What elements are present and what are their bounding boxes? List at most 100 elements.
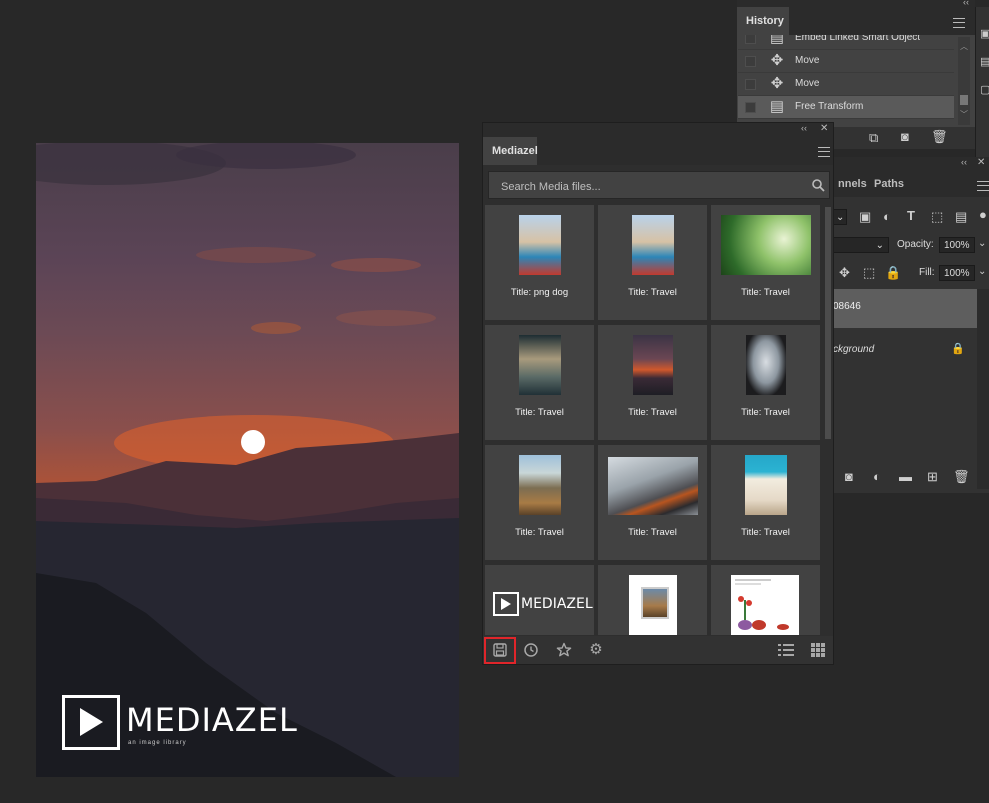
fill-dropdown-icon[interactable]: ⌄ xyxy=(978,266,986,277)
media-item[interactable]: Title: Travel xyxy=(711,325,820,440)
document-canvas[interactable]: MEDIAZEL an image library xyxy=(36,143,459,777)
tool-icon[interactable]: ▤ xyxy=(980,55,989,68)
tool-icon[interactable]: ▢ xyxy=(980,83,989,96)
list-view-icon xyxy=(778,644,794,656)
move-icon: ✥ xyxy=(770,52,784,69)
new-document-from-state-icon[interactable]: ⧉ xyxy=(869,130,878,146)
add-mask-icon[interactable]: ◙ xyxy=(845,469,853,484)
lock-all-icon[interactable]: 🔒 xyxy=(885,265,901,281)
filter-adjustment-icon[interactable]: ◐ xyxy=(883,209,891,224)
filter-shape-icon[interactable]: ⬚ xyxy=(931,209,943,225)
blend-mode-select[interactable]: ⌄ xyxy=(831,237,889,253)
opacity-dropdown-icon[interactable]: ⌄ xyxy=(978,238,986,249)
mediazel-tabbar: Mediazel xyxy=(483,137,833,165)
scroll-up-icon[interactable]: ︿ xyxy=(960,41,968,52)
layer-row[interactable]: ckground 🔒 xyxy=(833,331,977,369)
media-caption: Title: Travel xyxy=(741,527,790,538)
filter-smart-object-icon[interactable]: ▤ xyxy=(955,209,967,225)
media-scrollbar[interactable] xyxy=(824,205,832,635)
tab-history[interactable]: History xyxy=(737,7,789,35)
layers-scrollbar[interactable] xyxy=(977,289,989,489)
filter-toggle-icon[interactable]: ● xyxy=(979,207,987,222)
media-item[interactable]: Title: Travel xyxy=(485,325,594,440)
camera-icon[interactable]: ◙ xyxy=(901,129,909,144)
history-checkbox[interactable] xyxy=(745,35,756,44)
history-collapse-strip[interactable]: ‹‹ xyxy=(737,0,975,7)
tool-icon[interactable]: ▣ xyxy=(980,27,989,40)
move-icon: ✥ xyxy=(770,75,784,92)
history-row[interactable]: ✥ Move xyxy=(738,50,954,73)
media-item[interactable]: Title: Travel xyxy=(711,445,820,560)
scroll-down-icon[interactable]: ﹀ xyxy=(960,109,968,120)
lock-artboard-icon[interactable]: ⬚ xyxy=(863,265,875,281)
media-item[interactable]: Title: Travel xyxy=(598,325,707,440)
panel-menu-icon[interactable] xyxy=(977,181,989,191)
adjustment-layer-icon[interactable]: ◐ xyxy=(873,469,881,484)
media-thumbnail xyxy=(746,335,786,395)
history-list: ▤ Embed Linked Smart Object ✥ Move ✥ Mov… xyxy=(737,35,958,127)
history-row-selected[interactable]: ▤ Free Transform xyxy=(738,96,954,119)
lock-icon: 🔒 xyxy=(951,343,965,355)
layer-name: 08646 xyxy=(833,301,861,312)
right-tool-strip: ▣ ▤ ▢ xyxy=(975,7,989,157)
list-view-button[interactable] xyxy=(776,640,796,660)
history-checkbox[interactable] xyxy=(745,56,756,67)
history-checkbox[interactable] xyxy=(745,79,756,90)
filter-type-icon[interactable]: T xyxy=(907,208,915,223)
close-icon[interactable]: ✕ xyxy=(977,157,985,168)
sunset-photo xyxy=(36,143,459,777)
history-row[interactable]: ▤ Embed Linked Smart Object xyxy=(738,35,954,50)
media-item[interactable]: Title: Travel xyxy=(598,205,707,320)
opacity-input[interactable]: 100% xyxy=(939,237,975,253)
tab-mediazel[interactable]: Mediazel xyxy=(483,137,538,165)
new-layer-icon[interactable]: ⊞ xyxy=(927,469,938,485)
layers-panel: nnels Paths ⌄ ▣ ◐ T ⬚ ▤ ● ⌄ Opacity: 100… xyxy=(831,171,989,493)
document-image xyxy=(641,587,669,619)
media-item[interactable]: Title: Travel xyxy=(711,205,820,320)
tab-paths[interactable]: Paths xyxy=(865,171,913,197)
media-caption: Title: Travel xyxy=(515,407,564,418)
gear-icon: ⚙ xyxy=(589,641,603,658)
grid-view-icon xyxy=(811,643,825,657)
saved-files-button[interactable] xyxy=(484,637,516,664)
collapse-icon[interactable]: ‹‹ xyxy=(801,123,807,133)
panel-menu-icon[interactable] xyxy=(818,147,830,157)
panel-menu-icon[interactable] xyxy=(953,18,965,28)
folder-icon[interactable]: ▬ xyxy=(899,469,912,484)
media-caption: Title: png dog xyxy=(510,287,569,298)
trash-icon[interactable]: 🗑 xyxy=(931,129,948,145)
history-scrollbar[interactable]: ︿ ﹀ xyxy=(958,37,970,125)
media-item[interactable]: Title: Travel xyxy=(598,445,707,560)
fill-input[interactable]: 100% xyxy=(939,265,975,281)
scroll-thumb[interactable] xyxy=(825,207,831,439)
lock-position-icon[interactable]: ✥ xyxy=(839,265,850,281)
settings-button[interactable]: ⚙ xyxy=(586,640,606,660)
layers-collapse-strip[interactable]: ‹‹ ✕ xyxy=(833,157,989,171)
media-caption: Title: Travel xyxy=(741,407,790,418)
media-item[interactable] xyxy=(598,565,707,635)
media-item[interactable]: Title: Travel xyxy=(485,445,594,560)
layer-row-selected[interactable]: 08646 xyxy=(833,289,977,328)
mediazel-footer: ⚙ xyxy=(483,636,833,664)
trash-icon[interactable]: 🗑 xyxy=(953,469,970,485)
history-checkbox[interactable] xyxy=(745,102,756,113)
mediazel-logo-icon xyxy=(493,592,519,616)
layers-tabbar: nnels Paths xyxy=(833,171,989,197)
history-row[interactable]: ✥ Move xyxy=(738,73,954,96)
media-grid: Title: png dog Title: Travel Title: Trav… xyxy=(485,205,822,635)
close-icon[interactable]: ✕ xyxy=(820,123,828,134)
recent-button[interactable] xyxy=(521,640,541,660)
collapse-icon[interactable]: ‹‹ xyxy=(963,0,969,7)
search-box[interactable] xyxy=(488,171,830,199)
favorites-button[interactable] xyxy=(554,640,574,660)
scroll-thumb[interactable] xyxy=(960,95,968,105)
search-icon[interactable] xyxy=(812,179,825,192)
mediazel-collapse-strip[interactable]: ‹‹ ✕ xyxy=(483,123,833,137)
search-input[interactable] xyxy=(499,177,803,197)
grid-view-button[interactable] xyxy=(808,640,828,660)
collapse-icon[interactable]: ‹‹ xyxy=(961,157,967,167)
filter-image-icon[interactable]: ▣ xyxy=(859,209,871,225)
media-item[interactable]: Title: png dog xyxy=(485,205,594,320)
media-item[interactable]: MEDIAZEL xyxy=(485,565,594,635)
media-item[interactable] xyxy=(711,565,820,635)
